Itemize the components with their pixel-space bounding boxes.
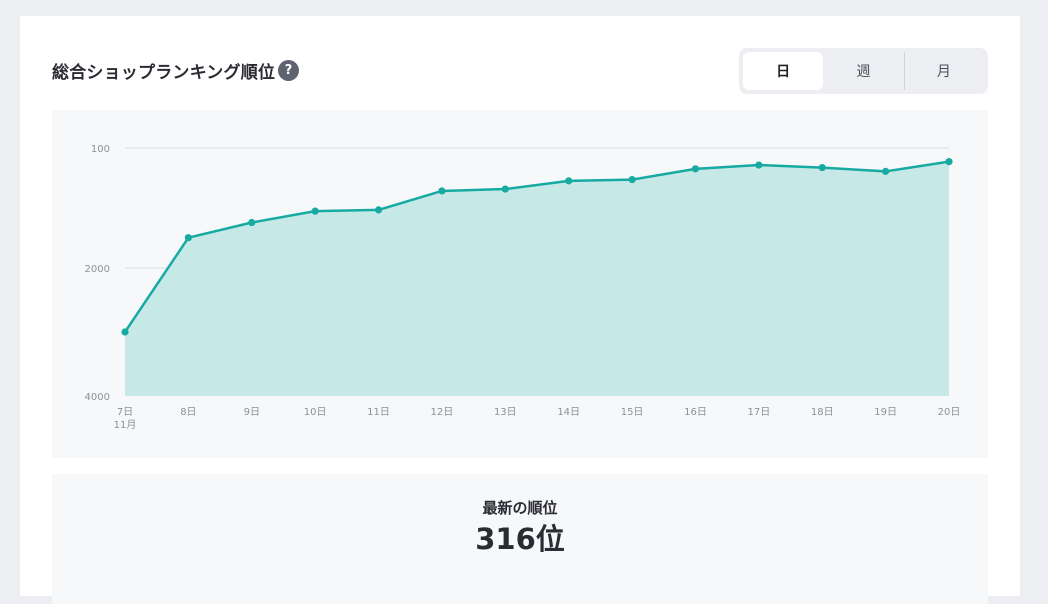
data-point <box>691 165 700 173</box>
data-point <box>501 185 509 193</box>
ranking-header: 総合ショップランキング順位 ? <box>52 58 300 83</box>
x-tick-label: 10日 <box>304 407 327 418</box>
y-tick-label: 100 <box>91 144 110 155</box>
chart-panel: 100 2000 4000 7日 8日 9日 10日 11日 12日 13日 14日 15日 16日 17… <box>52 110 988 458</box>
x-tick-label: 14日 <box>557 407 580 418</box>
tab-week[interactable]: 週 <box>823 52 903 90</box>
x-tick-label: 17日 <box>747 407 770 418</box>
x-tick-label: 11日 <box>367 407 390 418</box>
period-toggle: 日 週 月 <box>739 48 988 94</box>
data-point <box>755 161 763 169</box>
data-point <box>374 206 383 214</box>
data-point <box>628 175 636 184</box>
latest-rank-value: 316位 <box>475 522 565 556</box>
x-tick-label: 7日 <box>117 407 133 418</box>
x-tick-label: 19日 <box>874 407 897 418</box>
x-tick-label: 8日 <box>180 407 196 418</box>
x-tick-label: 12日 <box>431 407 454 418</box>
y-tick-label: 4000 <box>85 392 110 403</box>
ranking-card: 総合ショップランキング順位 ? 日 週 月 100 2000 4000 7日 8日 9日 1… <box>20 16 1020 604</box>
x-tick-label: 16日 <box>684 407 707 418</box>
data-point <box>184 234 192 242</box>
data-point <box>438 187 446 195</box>
data-point <box>248 218 256 227</box>
page-title: 総合ショップランキング順位 <box>52 63 276 83</box>
data-point <box>311 207 319 215</box>
latest-rank-panel: 最新の順位 316位 <box>52 474 988 604</box>
x-tick-label: 20日 <box>938 407 961 418</box>
x-tick-label: 15日 <box>621 407 644 418</box>
x-month-label: 11月 <box>114 419 137 431</box>
help-icon[interactable]: ? <box>278 60 300 81</box>
tab-month[interactable]: 月 <box>903 52 984 90</box>
y-tick-label: 2000 <box>85 264 110 275</box>
x-tick-label: 13日 <box>494 407 517 418</box>
data-point <box>121 328 129 336</box>
x-tick-label: 18日 <box>811 407 834 418</box>
series-area <box>125 161 949 396</box>
x-tick-label: 9日 <box>244 407 260 418</box>
data-point <box>818 163 826 172</box>
ranking-chart: 100 2000 4000 7日 8日 9日 10日 11日 12日 13日 14日 15日 16日 17… <box>85 144 961 431</box>
tab-day[interactable]: 日 <box>743 52 824 90</box>
data-point <box>882 167 890 175</box>
data-point <box>565 177 573 185</box>
data-point <box>945 158 953 166</box>
latest-rank-label: 最新の順位 <box>482 499 558 517</box>
